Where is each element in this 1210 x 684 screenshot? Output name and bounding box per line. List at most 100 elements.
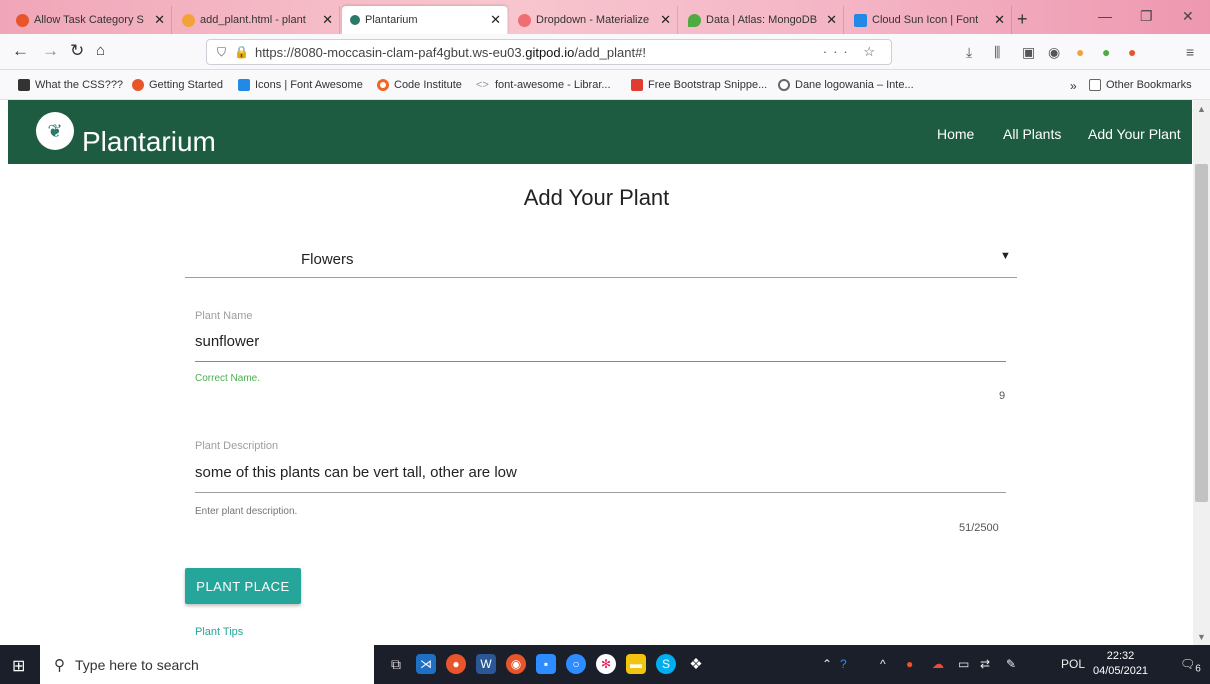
page-scrollbar[interactable]: ▲ ▼ [1193,100,1210,645]
reload-icon[interactable]: ↻ [70,41,84,61]
chevron-up-icon[interactable]: ^ [880,657,886,671]
word-icon[interactable]: W [476,654,496,674]
tab-cloud-sun-icon[interactable]: Cloud Sun Icon | Font ✕ [846,6,1012,34]
clock-time: 22:32 [1106,650,1135,662]
window-close-icon[interactable]: ✕ [1182,8,1194,25]
plant-place-button[interactable]: PLANT PLACE [185,568,301,604]
tab-add-plant-html[interactable]: add_plant.html - plant ✕ [174,6,340,34]
vscode-icon[interactable]: ⋊ [416,654,436,674]
pen-icon[interactable]: ✎ [1006,657,1016,671]
library-icon[interactable]: ⫼ [994,44,1000,61]
extension-icon[interactable]: ● [1128,44,1136,60]
minimize-icon[interactable]: — [1098,8,1112,24]
tab-title: Plantarium [365,14,418,26]
taskbar-search[interactable]: ⚲ Type here to search [40,645,374,684]
battery-icon[interactable]: ▭ [958,657,969,671]
plant-tips-label: Plant Tips [195,626,244,638]
browser-tab-bar: Allow Task Category S ✕ add_plant.html -… [0,0,1210,34]
language-indicator[interactable]: POL [1061,657,1085,671]
other-bookmarks-label: Other Bookmarks [1106,79,1192,91]
windows-start-icon[interactable]: ⊞ [12,656,25,676]
bookmark-label: What the CSS??? [35,79,124,91]
tab-favicon-icon [518,13,531,27]
sidebar-icon[interactable]: ▣ [1022,44,1035,61]
other-bookmarks[interactable]: Other Bookmarks [1089,79,1192,91]
bookmark-item[interactable]: What the CSS??? [18,79,123,91]
firefox-icon[interactable]: ● [446,654,466,674]
brand-name[interactable]: Plantarium [82,126,216,158]
bookmark-favicon-icon [778,79,790,91]
chrome-icon[interactable]: ◉ [506,654,526,674]
tab-mongodb-atlas[interactable]: Data | Atlas: MongoDB ✕ [680,6,844,34]
extension-icon[interactable]: ● [1102,44,1110,60]
restore-icon[interactable]: ❐ [1140,8,1153,25]
tab-title: Cloud Sun Icon | Font [872,14,979,26]
bookmark-label: Free Bootstrap Snippe... [648,79,768,91]
nav-add-your-plant[interactable]: Add Your Plant [1088,126,1181,142]
new-tab-plus-icon[interactable]: + [1017,9,1028,30]
chevron-right-icon[interactable]: » [1070,79,1077,93]
extension-icon[interactable]: ● [1076,44,1084,60]
scroll-up-icon[interactable]: ▲ [1197,104,1206,114]
close-icon[interactable]: ✕ [826,12,837,28]
help-icon[interactable]: ? [840,657,847,671]
zoom-icon[interactable]: ▪ [536,654,556,674]
tab-dropdown-materialize[interactable]: Dropdown - Materialize ✕ [510,6,678,34]
tray-scroll-icon[interactable]: ⌃ [822,657,832,671]
plant-description-input[interactable]: some of this plants can be vert tall, ot… [195,464,517,481]
plant-name-input[interactable]: sunflower [195,333,259,350]
tab-plantarium[interactable]: Plantarium ✕ [342,6,508,34]
chrome-tray-icon[interactable]: ● [906,657,913,671]
page-actions-icon[interactable]: ··· ☆ [823,44,881,60]
cloud-icon[interactable]: ☁ [932,657,944,671]
plant-logo-icon[interactable]: ❦ [36,112,74,150]
site-header: ❦ Plantarium Home All Plants Add Your Pl… [8,100,1192,164]
system-clock[interactable]: 22:32 04/05/2021 [1093,649,1148,679]
github-icon[interactable]: ○ [566,654,586,674]
home-icon[interactable]: ⌂ [96,42,105,59]
skype-icon[interactable]: S [656,654,676,674]
account-icon[interactable]: ◉ [1048,44,1060,61]
plant-name-counter: 9 [999,390,1006,402]
close-icon[interactable]: ✕ [154,12,165,28]
bookmark-item[interactable]: Dane logowania – Inte... [778,79,914,91]
bookmark-item[interactable]: Getting Started [132,79,223,91]
close-icon[interactable]: ✕ [660,12,671,28]
slack-icon[interactable]: ✻ [596,654,616,674]
nav-home[interactable]: Home [937,126,974,142]
bookmark-item[interactable]: Code Institute [377,79,462,91]
plant-name-underline [195,361,1006,362]
notification-count: 6 [1195,663,1201,675]
category-select[interactable]: Flowers ▼ [185,240,1017,278]
download-icon[interactable]: ⤓ [966,44,972,61]
plant-description-helper: Enter plant description. [195,506,298,517]
bookmark-label: Dane logowania – Inte... [795,79,914,91]
tab-title: Dropdown - Materialize [536,14,650,26]
dropbox-icon[interactable]: ❖ [686,654,706,674]
scroll-down-icon[interactable]: ▼ [1197,632,1206,642]
back-arrow-icon[interactable]: ← [12,41,29,61]
code-icon: <> [476,79,489,91]
folder-icon [1089,79,1101,91]
forward-arrow-icon[interactable]: → [42,41,59,61]
bookmark-item[interactable]: <> font-awesome - Librar... [476,79,611,91]
address-bar[interactable]: ⛉ 🔒 https://8080-moccasin-clam-paf4gbut.… [206,39,892,65]
scrollbar-thumb[interactable] [1195,164,1208,502]
close-icon[interactable]: ✕ [322,12,333,28]
notification-icon[interactable]: 🗨6 [1180,657,1201,674]
task-view-icon[interactable]: ⧉ [386,654,406,674]
close-icon[interactable]: ✕ [994,12,1005,28]
nav-all-plants[interactable]: All Plants [1003,126,1061,142]
close-icon[interactable]: ✕ [490,12,501,28]
file-explorer-icon[interactable]: ▬ [626,654,646,674]
browser-nav-bar: ← → ↻ ⌂ ⛉ 🔒 https://8080-moccasin-clam-p… [0,34,1210,70]
tab-allow-task-category[interactable]: Allow Task Category S ✕ [8,6,172,34]
url-path: /add_plant#! [574,44,646,60]
tab-title: Data | Atlas: MongoDB [706,14,818,26]
bookmark-item[interactable]: Free Bootstrap Snippe... [631,79,767,91]
bookmark-item[interactable]: Icons | Font Awesome [238,79,363,91]
menu-icon[interactable]: ≡ [1186,44,1194,60]
network-icon[interactable]: ⇄ [980,657,990,671]
plant-name-label: Plant Name [195,310,253,322]
taskbar-search-placeholder: Type here to search [75,656,199,673]
